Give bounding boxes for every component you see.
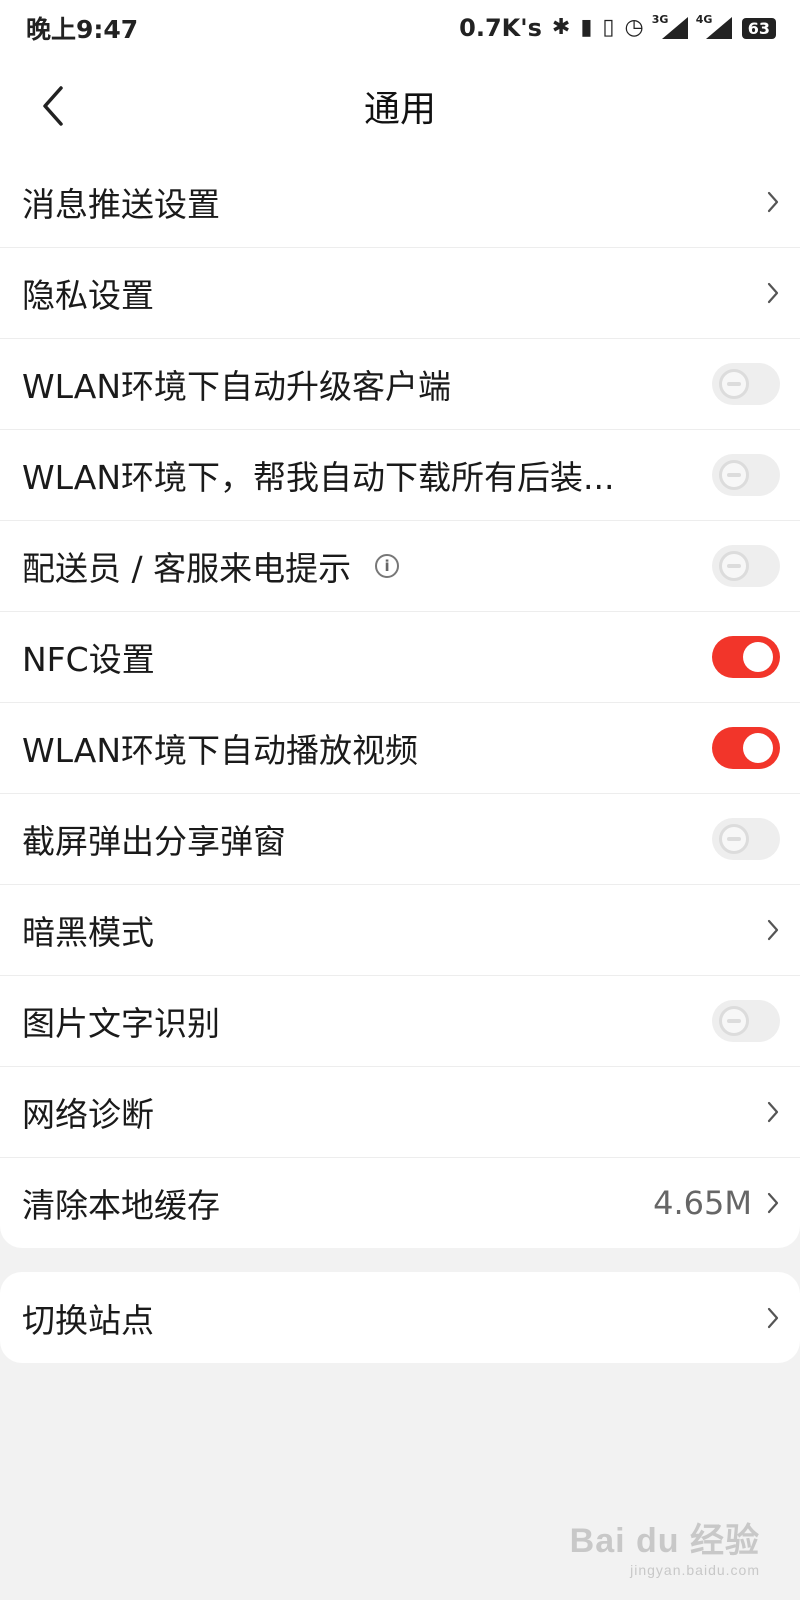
chevron-right-icon: [767, 282, 779, 304]
chevron-right-icon: [767, 1192, 779, 1214]
setting-row-clear-cache[interactable]: 清除本地缓存 4.65M: [0, 1157, 800, 1248]
settings-list: 消息推送设置 隐私设置 WLAN环境下自动升级客户端 WLAN环境下，帮我自动下载所有…: [0, 156, 800, 1248]
toggle-knob: [719, 369, 749, 399]
bluetooth-icon: ✱: [551, 15, 571, 40]
setting-row-network-diagnosis[interactable]: 网络诊断: [0, 1066, 800, 1157]
setting-label: 隐私设置: [22, 276, 154, 315]
toggle-switch[interactable]: [712, 363, 780, 405]
setting-row-dark-mode[interactable]: 暗黑模式: [0, 884, 800, 975]
watermark: Bai du 经验 jingyan.baidu.com: [570, 1513, 760, 1578]
battery-saver-icon: ▮: [580, 15, 593, 40]
toggle-knob: [743, 733, 773, 763]
setting-label: 图片文字识别: [22, 1004, 220, 1043]
network-speed: 0.7K's: [459, 14, 542, 42]
signal-3g-icon: 3G: [652, 13, 688, 41]
cache-size-value: 4.65M: [653, 1184, 752, 1222]
toggle-switch[interactable]: [712, 454, 780, 496]
setting-label: NFC设置: [22, 640, 155, 679]
setting-row-courier-call-alert[interactable]: 配送员 / 客服来电提示 i: [0, 520, 800, 611]
setting-label: 截屏弹出分享弹窗: [22, 822, 286, 861]
toggle-knob: [719, 824, 749, 854]
top-area: 晚上9:47 0.7K's ✱ ▮ ▯ ◷ 3G 4G 63 通用: [0, 0, 800, 156]
setting-row-wlan-auto-upgrade[interactable]: WLAN环境下自动升级客户端: [0, 338, 800, 429]
status-icons: 0.7K's ✱ ▮ ▯ ◷ 3G 4G 63: [459, 13, 776, 42]
info-icon[interactable]: i: [375, 554, 400, 578]
setting-label: 消息推送设置: [22, 184, 220, 224]
setting-row-screenshot-share[interactable]: 截屏弹出分享弹窗: [0, 793, 800, 884]
chevron-right-icon: [767, 1101, 779, 1123]
setting-row-image-text-recognition[interactable]: 图片文字识别: [0, 975, 800, 1066]
site-switch-group: 切换站点: [0, 1272, 800, 1363]
status-bar: 晚上9:47 0.7K's ✱ ▮ ▯ ◷ 3G 4G 63: [0, 0, 800, 56]
setting-label: WLAN环境下自动播放视频: [22, 731, 419, 770]
setting-label: 清除本地缓存: [22, 1186, 220, 1225]
setting-row-nfc[interactable]: NFC设置: [0, 611, 800, 702]
chevron-right-icon: [767, 191, 779, 212]
setting-label: 配送员 / 客服来电提示: [22, 549, 352, 588]
signal-4g-icon: 4G: [696, 13, 732, 41]
back-arrow-icon: [43, 86, 63, 126]
toggle-knob: [743, 642, 773, 672]
battery-icon: 63: [741, 17, 776, 39]
toggle-knob: [719, 1006, 749, 1036]
watermark-main: Bai du 经验: [569, 1522, 760, 1560]
toggle-switch[interactable]: [712, 1000, 780, 1042]
toggle-knob: [719, 460, 749, 490]
toggle-switch[interactable]: [712, 545, 780, 587]
nav-bar: 通用: [0, 56, 800, 156]
toggle-switch[interactable]: [712, 727, 780, 769]
vibrate-icon: ▯: [602, 15, 615, 40]
chevron-right-icon: [767, 919, 779, 941]
setting-row-wlan-autoplay-video[interactable]: WLAN环境下自动播放视频: [0, 702, 800, 793]
setting-label: 网络诊断: [22, 1095, 154, 1134]
setting-row-message-push[interactable]: 消息推送设置: [0, 156, 800, 247]
chevron-right-icon: [767, 1307, 779, 1328]
page-title: 通用: [363, 89, 436, 130]
toggle-switch[interactable]: [712, 636, 780, 678]
alarm-icon: ◷: [624, 15, 644, 40]
site-switch-label: 切换站点: [22, 1300, 154, 1340]
setting-row-privacy[interactable]: 隐私设置: [0, 247, 800, 338]
back-button[interactable]: [28, 76, 78, 136]
setting-label: WLAN环境下，帮我自动下载所有后装...: [22, 458, 615, 497]
setting-row-wlan-auto-download[interactable]: WLAN环境下，帮我自动下载所有后装...: [0, 429, 800, 520]
status-time: 晚上9:47: [26, 15, 139, 44]
toggle-switch[interactable]: [712, 818, 780, 860]
setting-label: 暗黑模式: [22, 913, 154, 952]
site-switch-row[interactable]: 切换站点: [0, 1272, 800, 1363]
toggle-knob: [719, 551, 749, 581]
watermark-sub: jingyan.baidu.com: [630, 1562, 760, 1578]
setting-label: WLAN环境下自动升级客户端: [22, 367, 452, 406]
